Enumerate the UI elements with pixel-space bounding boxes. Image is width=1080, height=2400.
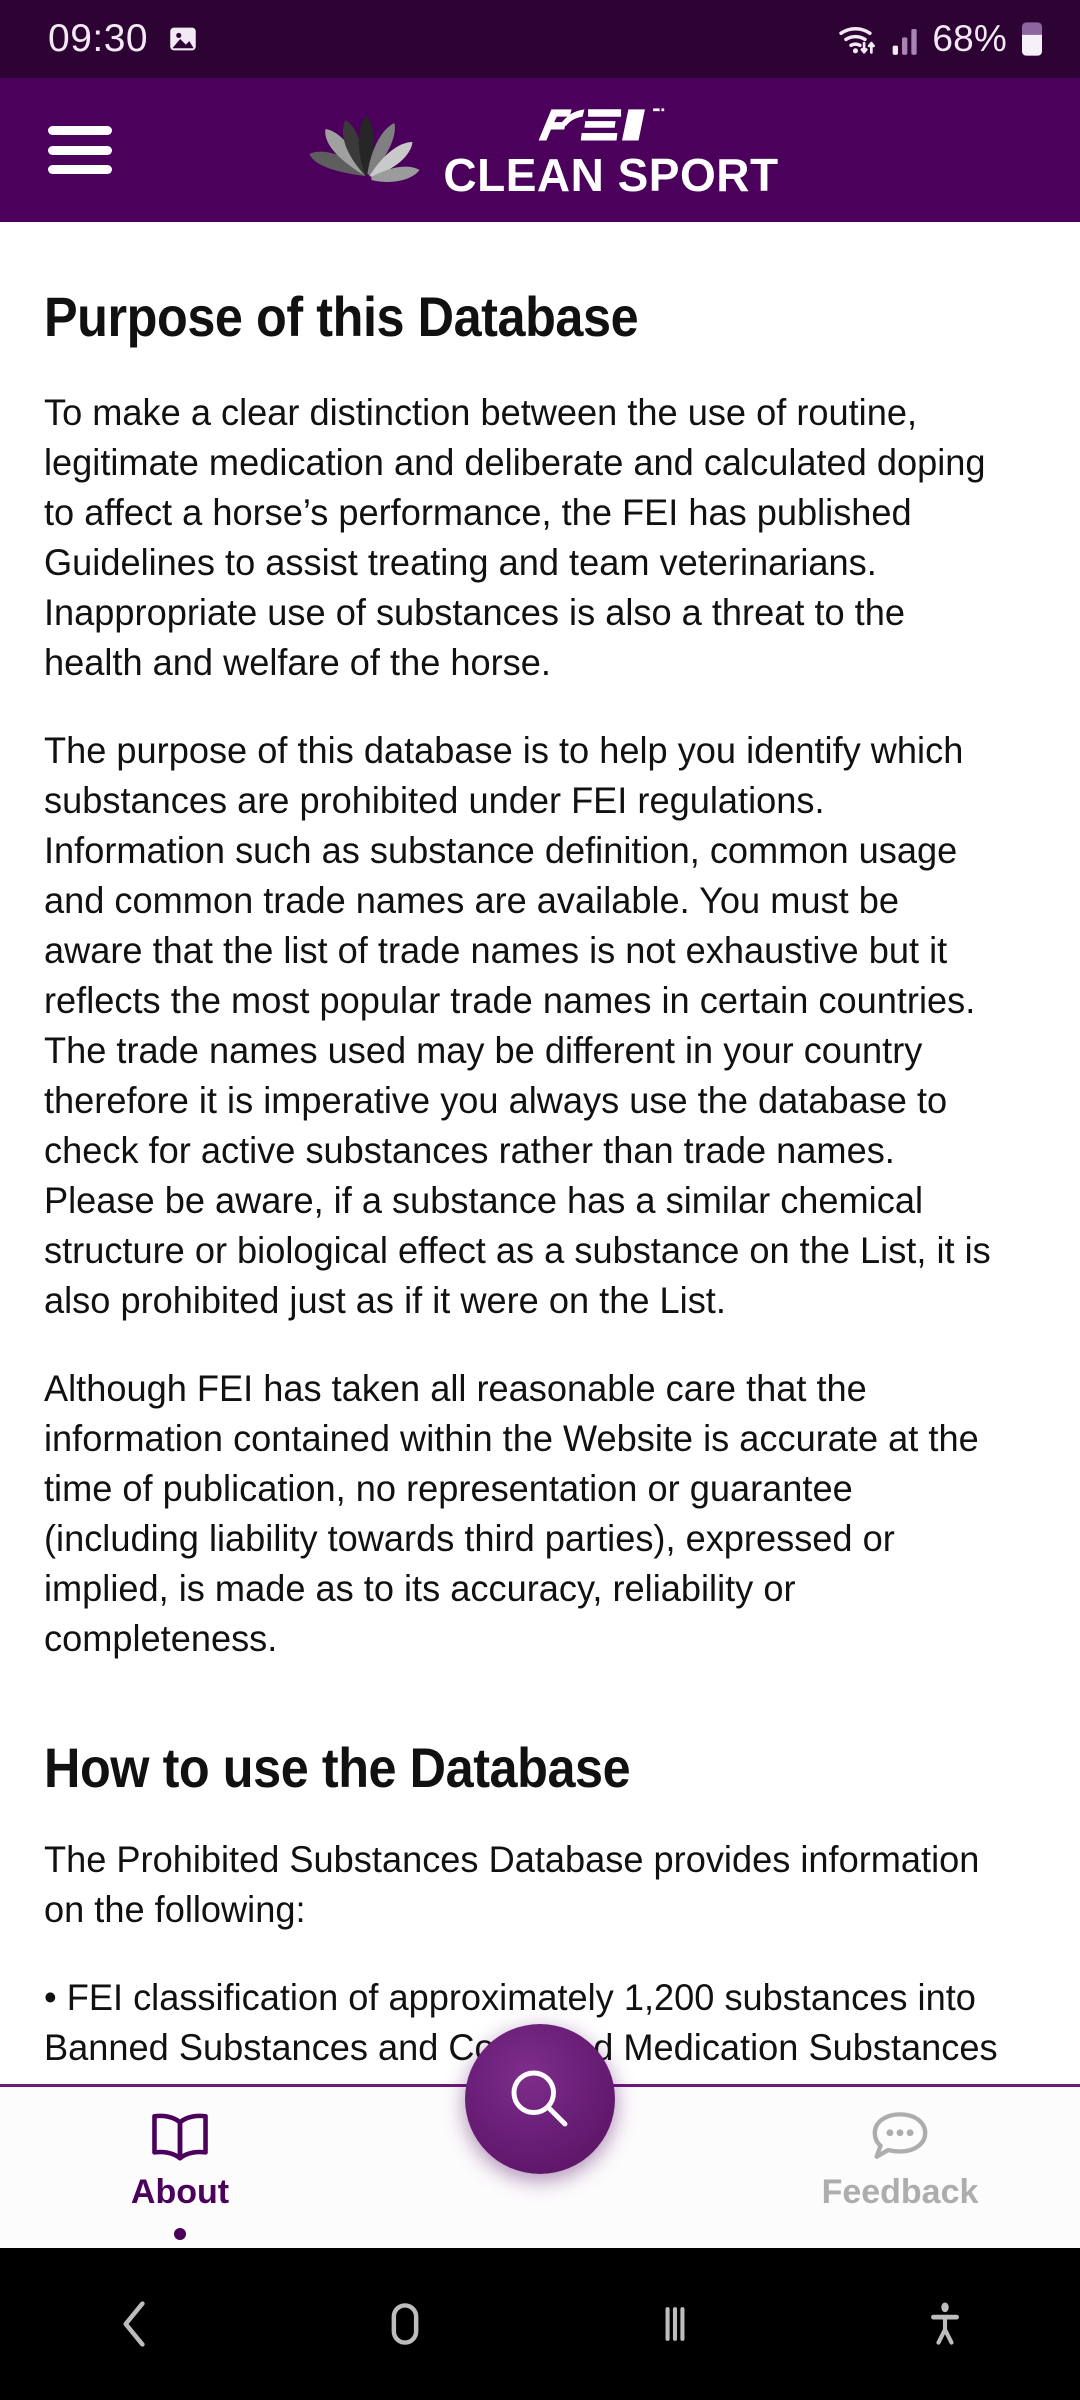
system-recents-button[interactable] xyxy=(600,2274,750,2374)
brand-text-block: CLEAN SPORT xyxy=(443,102,778,198)
wifi-icon xyxy=(839,27,876,54)
android-system-navigation xyxy=(0,2248,1080,2400)
recent-apps-icon xyxy=(665,2307,685,2341)
hamburger-bar xyxy=(48,145,112,155)
paragraph-purpose-1: To make a clear distinction between the … xyxy=(44,391,986,683)
chat-bubble-icon xyxy=(872,2112,928,2159)
brand-logo: CLEAN SPORT xyxy=(301,102,778,198)
home-icon xyxy=(391,2303,419,2345)
paragraph-how-to-use-intro: The Prohibited Substances Database provi… xyxy=(44,1838,980,1930)
accessibility-icon xyxy=(931,2302,959,2345)
app-header: CLEAN SPORT xyxy=(0,78,1080,222)
brand-clean-sport-label: CLEAN SPORT xyxy=(443,149,779,201)
system-accessibility-button[interactable] xyxy=(870,2274,1020,2374)
fei-lotus-logo xyxy=(309,116,420,182)
section-title-purpose: Purpose of this Database xyxy=(44,285,639,348)
hamburger-bar xyxy=(48,126,112,135)
main-content: Purpose of this Database To make a clear… xyxy=(0,222,1080,2084)
system-home-button[interactable] xyxy=(330,2274,480,2374)
open-book-icon xyxy=(152,2113,208,2161)
status-bar-left: 09:30 xyxy=(48,17,200,61)
paragraph-purpose-3: Although FEI has taken all reasonable ca… xyxy=(44,1367,979,1659)
fei-wordmark xyxy=(538,108,665,141)
hamburger-bar xyxy=(48,165,112,174)
hamburger-menu-icon[interactable] xyxy=(48,126,112,174)
search-icon xyxy=(511,2070,568,2127)
section-title-how-to-use: How to use the Database xyxy=(44,1736,631,1799)
image-icon xyxy=(170,27,196,51)
search-fab-button[interactable] xyxy=(465,2024,615,2174)
nav-label-feedback: Feedback xyxy=(821,2173,979,2211)
cellular-signal-icon xyxy=(893,29,918,55)
phone-screen: 09:30 68% CLEAN SPORT Purpose of this Da… xyxy=(0,0,1080,2400)
status-bar: 09:30 68% xyxy=(0,0,1080,78)
active-tab-indicator xyxy=(174,2228,186,2240)
paragraph-purpose-2: The purpose of this database is to help … xyxy=(44,729,991,1321)
status-clock: 09:30 xyxy=(48,17,149,60)
system-back-button[interactable] xyxy=(60,2274,210,2374)
status-bar-right: 68% xyxy=(836,18,1046,60)
battery-icon xyxy=(1022,22,1042,56)
nav-label-about: About xyxy=(130,2173,230,2211)
back-chevron-icon xyxy=(123,2301,145,2347)
battery-percent-label: 68% xyxy=(932,18,1007,59)
nav-item-feedback[interactable]: Feedback xyxy=(720,2087,1080,2212)
nav-item-about[interactable]: About xyxy=(0,2087,360,2240)
